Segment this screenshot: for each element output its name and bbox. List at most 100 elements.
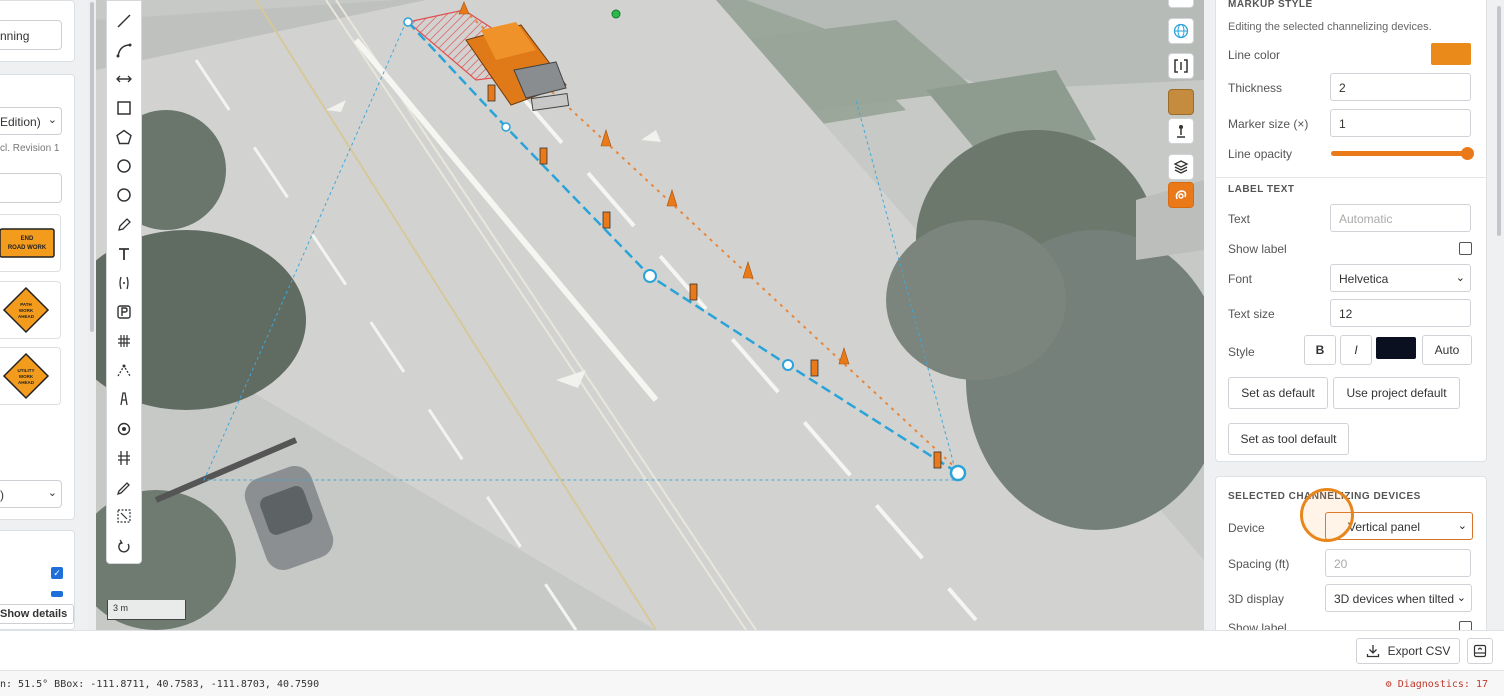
crosswalk-tool-button[interactable] [107, 329, 141, 353]
map-bbox-readout: n: 51.5° BBox: -111.8711, 40.7583, -111.… [0, 679, 320, 690]
export-csv-label: Export CSV [1387, 644, 1451, 658]
thickness-label: Thickness [1228, 81, 1283, 95]
chevron-down-icon: ⌄ [1457, 520, 1467, 532]
line-opacity-label: Line opacity [1228, 147, 1293, 161]
thickness-input[interactable]: 2 [1330, 73, 1471, 101]
ellipse-tool-button[interactable] [107, 183, 141, 207]
option-checkbox[interactable] [51, 591, 63, 597]
circle-tool-button[interactable] [107, 154, 141, 178]
edition-select-value: Edition) [0, 115, 41, 129]
spacing-input[interactable]: 20 [1325, 549, 1471, 577]
font-label: Font [1228, 272, 1253, 286]
scrollbar-thumb[interactable] [90, 2, 94, 332]
sign-line: WORK [19, 308, 34, 313]
freehand-tool-button[interactable] [107, 213, 141, 237]
measure-tool-button[interactable] [107, 67, 141, 91]
bracket-view-button[interactable] [1168, 53, 1194, 79]
3d-display-select-value: 3D devices when tilted [1334, 592, 1455, 606]
option-checkbox[interactable]: ✓ [51, 567, 63, 579]
rectangle-icon [117, 101, 131, 115]
slider-thumb[interactable] [1461, 147, 1474, 160]
use-project-default-button[interactable]: Use project default [1333, 377, 1460, 409]
globe-button[interactable] [1168, 18, 1194, 44]
curve-tool-button[interactable] [107, 38, 141, 62]
undo-button[interactable] [107, 535, 141, 559]
3d-display-label: 3D display [1228, 592, 1285, 606]
sign-line: ROAD WORK [8, 245, 47, 251]
person-icon [1177, 125, 1185, 138]
sign-search-input[interactable] [0, 173, 62, 203]
measure-icon [116, 75, 132, 83]
snap-icon [1175, 190, 1187, 200]
channelizing-devices-card: SELECTED CHANNELIZING DEVICES Device Ver… [1215, 476, 1487, 630]
snap-button[interactable] [1168, 182, 1194, 208]
point-tool-button[interactable] [107, 417, 141, 441]
line-tool-button[interactable] [107, 9, 141, 33]
diagnostics-link[interactable]: ⚙ Diagnostics: 17 [1386, 679, 1488, 690]
3d-display-select[interactable]: 3D devices when tilted ⌄ [1325, 584, 1472, 612]
set-as-tool-default-button[interactable]: Set as tool default [1228, 423, 1349, 455]
device-label: Device [1228, 521, 1265, 535]
label-text-title: LABEL TEXT [1228, 184, 1295, 195]
set-as-default-button[interactable]: Set as default [1228, 377, 1328, 409]
sign-tile-utility-work-ahead[interactable]: UTILITY WORK AHEAD [0, 347, 61, 405]
polygon-tool-button[interactable] [107, 125, 141, 149]
font-select[interactable]: Helvetica ⌄ [1330, 264, 1471, 292]
drawing-toolbar [106, 0, 142, 564]
left-panel-scrollbar[interactable] [88, 0, 96, 630]
sign-line: PATH [20, 302, 32, 307]
map-view[interactable] [96, 0, 1204, 630]
app-root: nning Edition) ⌄ cl. Revision 1 END ROAD… [0, 0, 1504, 696]
select-area-tool-button[interactable] [107, 504, 141, 528]
text-size-input[interactable]: 12 [1330, 299, 1471, 327]
show-details-button[interactable]: Show details [0, 604, 74, 624]
revision-text: cl. Revision 1 [0, 143, 60, 154]
text-color-swatch[interactable] [1376, 337, 1416, 359]
divider [1216, 177, 1486, 178]
select-area-icon [117, 509, 131, 523]
edition-select[interactable]: Edition) ⌄ [0, 107, 62, 135]
text-size-label: Text size [1228, 307, 1275, 321]
top-map-button[interactable] [1168, 0, 1194, 8]
bracket-icon [119, 276, 129, 290]
status-bar: n: 51.5° BBox: -111.8711, 40.7583, -111.… [0, 670, 1504, 696]
panel-toggle-button[interactable] [1467, 638, 1493, 664]
layers-button[interactable] [1168, 154, 1194, 180]
line-color-swatch[interactable] [1431, 43, 1471, 65]
marker-size-label: Marker size (×) [1228, 117, 1309, 131]
show-label-checkbox[interactable] [1459, 242, 1472, 255]
bracket-tool-button[interactable] [107, 271, 141, 295]
scrollbar-thumb[interactable] [1497, 6, 1501, 236]
export-csv-button[interactable]: Export CSV [1356, 638, 1460, 664]
line-opacity-slider[interactable] [1331, 147, 1474, 160]
pen-icon [116, 482, 130, 496]
undo-icon [118, 539, 130, 553]
map-canvas[interactable] [96, 0, 1204, 630]
italic-button[interactable]: I [1340, 335, 1372, 365]
text-tool-button[interactable] [107, 242, 141, 266]
crossing-tool-button[interactable] [107, 446, 141, 470]
tower-tool-button[interactable] [107, 387, 141, 411]
parking-tool-button[interactable] [107, 300, 141, 324]
device-show-label-label: Show label [1228, 621, 1287, 630]
auto-color-button[interactable]: Auto [1422, 335, 1472, 365]
pen-tool-button[interactable] [107, 476, 141, 500]
text-icon [119, 248, 129, 260]
chevron-down-icon: ⌄ [47, 114, 57, 126]
basemap-thumbnail-button[interactable] [1168, 89, 1194, 115]
properties-scrollbar[interactable] [1494, 0, 1504, 630]
line-icon [117, 14, 131, 28]
device-show-label-checkbox[interactable] [1459, 621, 1472, 630]
font-select-value: Helvetica [1339, 272, 1389, 286]
marker-size-input[interactable]: 1 [1330, 109, 1471, 137]
rectangle-tool-button[interactable] [107, 96, 141, 120]
bold-button[interactable]: B [1304, 335, 1336, 365]
project-name-input[interactable]: nning [0, 20, 62, 50]
sign-tile-path-work-ahead[interactable]: PATH WORK AHEAD [0, 281, 61, 339]
sign-tile-end-road-work[interactable]: END ROAD WORK [0, 214, 61, 272]
label-text-input[interactable]: Automatic [1330, 204, 1471, 232]
path-tool-button[interactable] [107, 359, 141, 383]
click-indicator [1300, 488, 1354, 542]
street-view-button[interactable] [1168, 118, 1194, 144]
sign-size-select[interactable]: ) ⌄ [0, 480, 62, 508]
